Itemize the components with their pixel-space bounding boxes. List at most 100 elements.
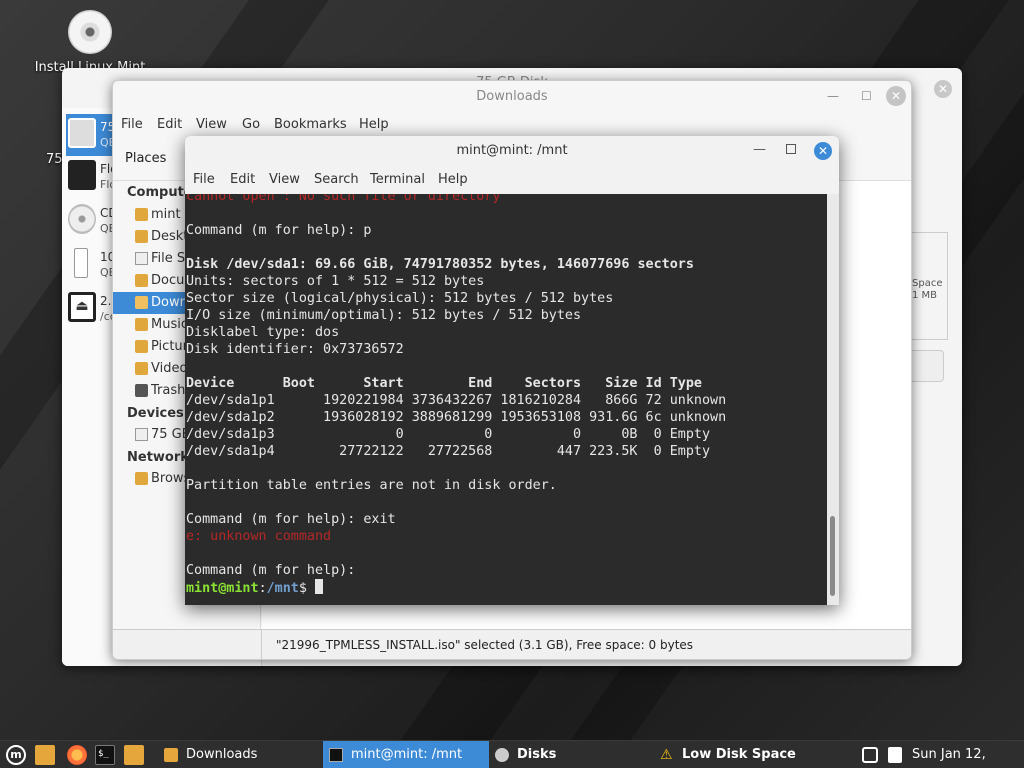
terminal-line: e: unknown command <box>186 529 332 544</box>
folder-icon <box>164 748 178 762</box>
terminal-line: Command (m for help): exit <box>186 512 396 527</box>
menu-help[interactable]: Help <box>359 117 389 132</box>
files-window-title: Downloads <box>476 89 548 104</box>
terminal-scrollbar[interactable] <box>827 194 839 605</box>
terminal-line: Disk /dev/sda1: 69.66 GiB, 74791780352 b… <box>186 257 694 272</box>
disks-volume-block[interactable] <box>912 232 948 340</box>
terminal-line: I/O size (minimum/optimal): 512 bytes / … <box>186 308 582 323</box>
menu-view[interactable]: View <box>196 117 227 132</box>
section-network: Network <box>127 450 189 465</box>
network-icon[interactable] <box>888 747 902 763</box>
minimize-button[interactable]: — <box>827 89 839 103</box>
terminal-prompt-line[interactable]: mint@mint:/mnt$ <box>186 579 827 596</box>
terminal-menu-terminal[interactable]: Terminal <box>370 172 425 187</box>
terminal-maximize-button[interactable] <box>786 144 796 154</box>
terminal-menu-search[interactable]: Search <box>314 172 359 187</box>
mint-menu-icon[interactable]: m <box>6 745 26 765</box>
terminal-line: Sector size (logical/physical): 512 byte… <box>186 291 614 306</box>
prompt-separator: : <box>258 581 267 596</box>
terminal-line: Command (m for help): <box>186 563 364 578</box>
section-devices: Devices <box>127 406 184 421</box>
terminal-line: Partition table entries are not in disk … <box>186 478 557 493</box>
terminal-line: /dev/sda1p1 1920221984 3736432267 181621… <box>186 393 727 408</box>
trash-icon <box>135 384 148 397</box>
places-dropdown[interactable]: Places <box>125 151 166 166</box>
terminal-menu-file[interactable]: File <box>193 172 215 187</box>
desktop-disk-label: 75 <box>46 152 63 167</box>
maximize-button[interactable]: ☐ <box>861 89 872 103</box>
menu-bookmarks[interactable]: Bookmarks <box>274 117 347 132</box>
terminal-line: cannot open : No such file or directory <box>186 194 501 204</box>
menu-edit[interactable]: Edit <box>157 117 182 132</box>
terminal-menu-edit[interactable]: Edit <box>230 172 255 187</box>
task-low-disk-space[interactable]: ⚠ Low Disk Space <box>654 741 844 768</box>
files-launcher-icon[interactable] <box>35 745 55 765</box>
terminal-menubar: File Edit View Search Terminal Help <box>185 168 839 192</box>
terminal-launcher-icon[interactable]: $_ <box>95 745 115 765</box>
sidebar-item-label: mint <box>151 207 181 222</box>
drive-icon <box>135 428 148 441</box>
scrollbar-thumb[interactable] <box>830 516 835 596</box>
warning-icon: ⚠ <box>660 747 673 763</box>
firefox-launcher-icon[interactable] <box>67 745 87 765</box>
disks-close-button[interactable]: ✕ <box>934 80 952 98</box>
terminal-menu-view[interactable]: View <box>269 172 300 187</box>
disks-icon <box>495 748 509 762</box>
folder-icon <box>135 230 148 243</box>
cd-drive-icon <box>68 204 96 234</box>
terminal-line: Units: sectors of 1 * 512 = 512 bytes <box>186 274 485 289</box>
task-downloads[interactable]: Downloads <box>158 741 318 768</box>
terminal-line: Disklabel type: dos <box>186 325 340 340</box>
task-label: Low Disk Space <box>682 747 796 762</box>
sidebar-item-label: Trash <box>151 383 186 398</box>
menu-file[interactable]: File <box>121 117 143 132</box>
terminal-line: /dev/sda1p2 1936028192 3889681299 195365… <box>186 410 727 425</box>
files-close-button[interactable]: ✕ <box>886 86 906 106</box>
terminal-line: Disk identifier: 0x73736572 <box>186 342 404 357</box>
terminal-close-button[interactable]: ✕ <box>814 142 832 160</box>
task-terminal[interactable]: mint@mint: /mnt <box>323 741 489 768</box>
terminal-title: mint@mint: /mnt <box>456 143 568 158</box>
music-folder-icon <box>135 318 148 331</box>
menu-go[interactable]: Go <box>242 117 260 132</box>
prompt-symbol: $ <box>298 581 315 596</box>
pictures-folder-icon <box>135 340 148 353</box>
prompt-user: mint@mint <box>186 581 259 596</box>
download-folder-icon <box>135 296 148 309</box>
taskbar: m $_ Downloads mint@mint: /mnt Disks ⚠ L… <box>0 740 1024 768</box>
terminal-output[interactable]: cannot open : No such file or directory … <box>185 194 827 605</box>
usb-drive-icon <box>74 248 88 278</box>
terminal-minimize-button[interactable]: — <box>753 142 766 157</box>
hard-disk-icon <box>68 118 96 148</box>
network-folder-icon <box>135 472 148 485</box>
cd-icon <box>68 10 112 54</box>
clock[interactable]: Sun Jan 12, 10:29 <box>912 741 1024 768</box>
sidebar-item-label: Music <box>151 317 188 332</box>
task-label: Disks <box>517 747 557 762</box>
eject-icon: ⏏ <box>68 292 96 322</box>
text-cursor <box>315 579 323 594</box>
terminal-line: Device Boot Start End Sectors Size Id Ty… <box>186 376 702 391</box>
folder-icon <box>135 208 148 221</box>
terminal-icon <box>329 748 343 762</box>
task-disks[interactable]: Disks <box>489 741 649 768</box>
terminal-line: /dev/sda1p3 0 0 0 0B 0 Empty <box>186 427 711 442</box>
terminal-menu-help[interactable]: Help <box>438 172 468 187</box>
notifications-icon[interactable] <box>862 747 878 763</box>
folder-launcher-icon[interactable] <box>124 745 144 765</box>
prompt-path: /mnt <box>266 581 299 596</box>
folder-icon <box>135 274 148 287</box>
disk-item-title: 2. <box>100 294 112 308</box>
disks-action-button[interactable] <box>912 350 944 382</box>
install-linux-mint-desktop-icon[interactable]: Install Linux Mint <box>30 10 150 75</box>
task-label: Downloads <box>186 747 258 762</box>
terminal-line: Command (m for help): p <box>186 223 372 238</box>
terminal-window[interactable]: mint@mint: /mnt — ✕ File Edit View Searc… <box>185 136 839 605</box>
status-text: "21996_TPMLESS_INSTALL.iso" selected (3.… <box>261 630 911 659</box>
floppy-icon <box>68 160 96 190</box>
videos-folder-icon <box>135 362 148 375</box>
